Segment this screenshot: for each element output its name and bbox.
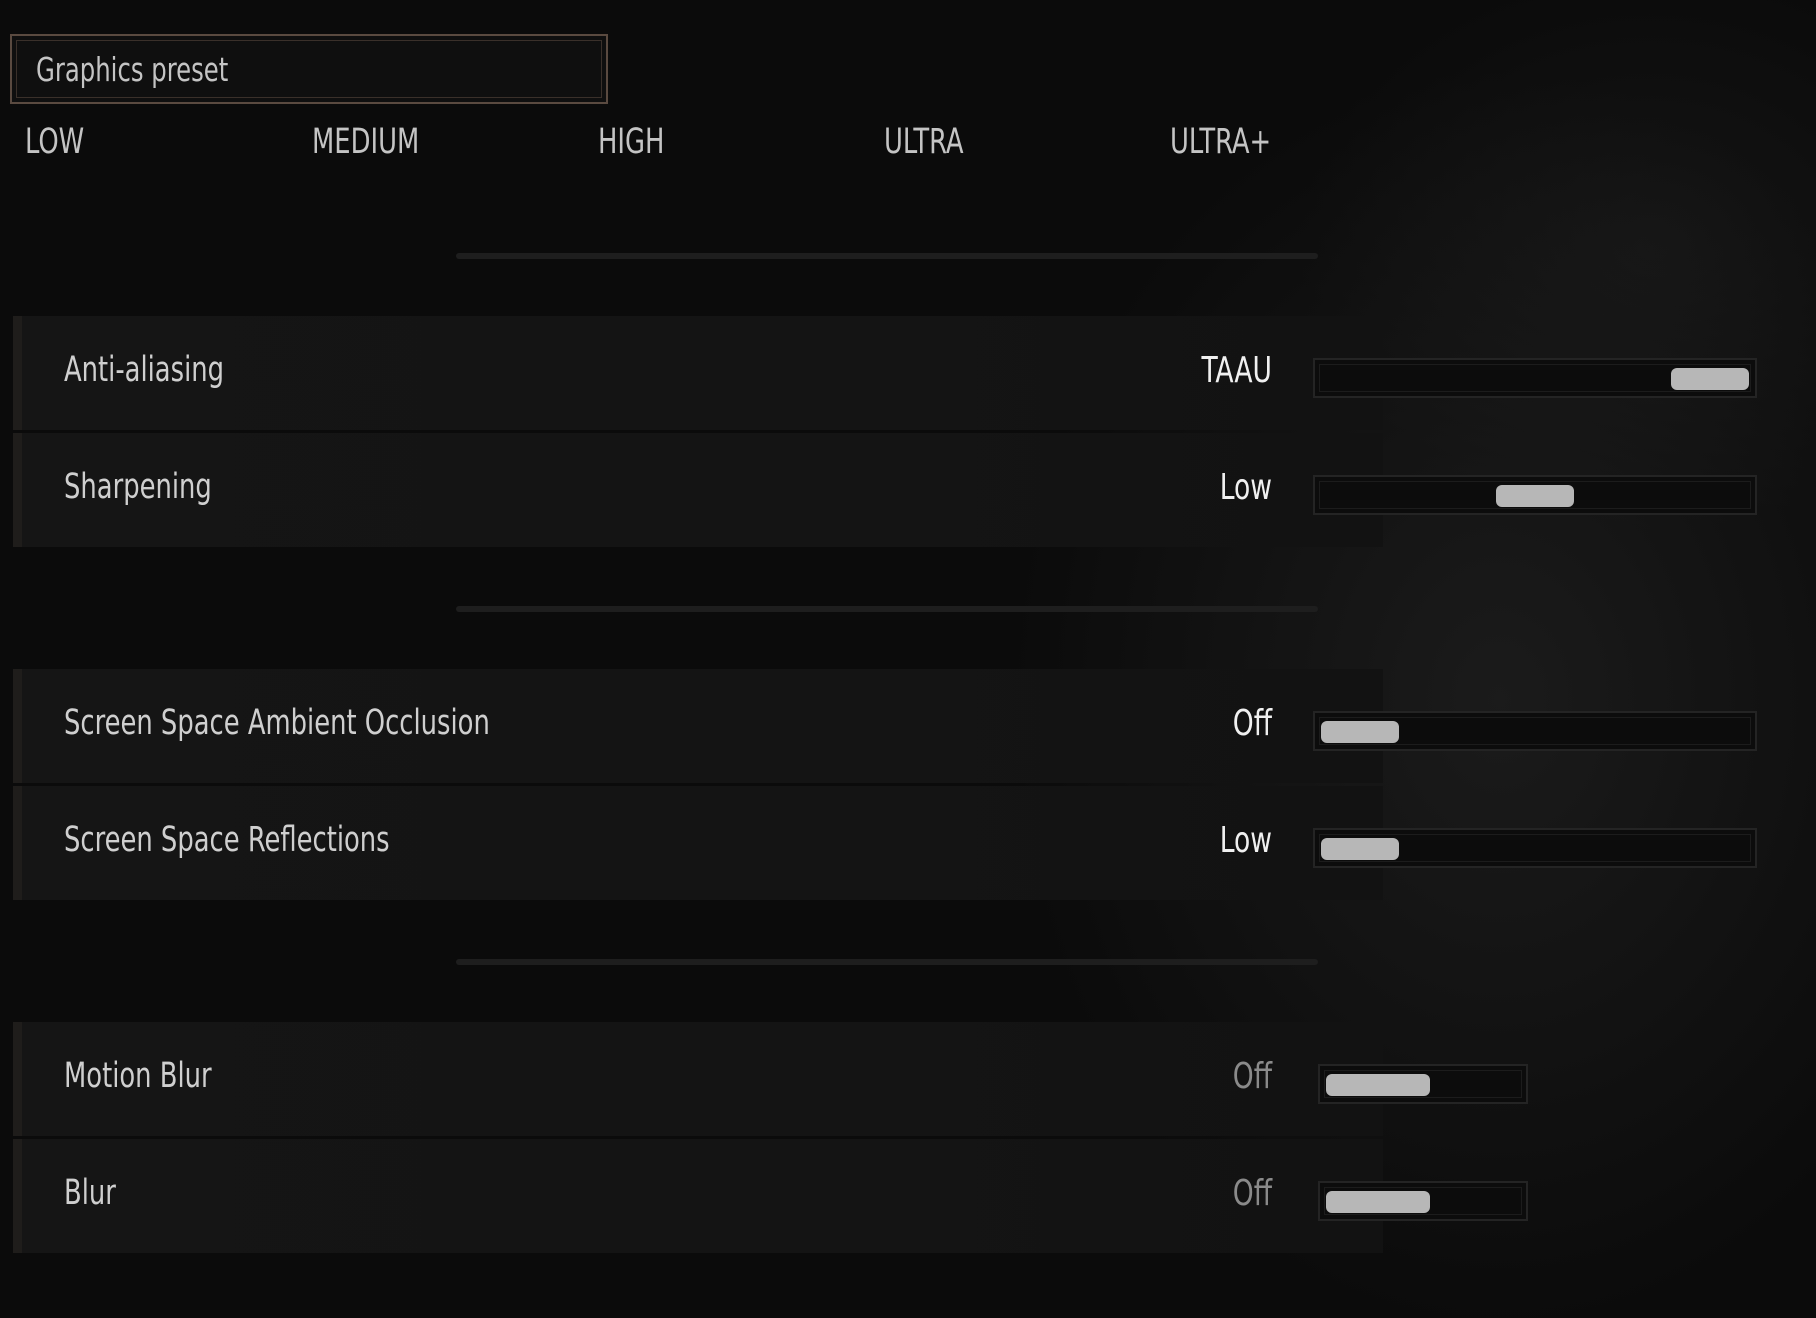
preset-option-high[interactable]: HIGH xyxy=(598,122,664,162)
setting-label: Screen Space Reflections xyxy=(64,820,390,860)
graphics-preset-title: Graphics preset xyxy=(36,50,229,89)
setting-row-sharpening[interactable]: Sharpening Low xyxy=(13,433,1757,547)
anti-aliasing-slider[interactable] xyxy=(1313,358,1757,398)
setting-value-wrap: Low xyxy=(872,433,1272,547)
settings-group-screen-space: Screen Space Ambient Occlusion Off Scree… xyxy=(13,669,1757,903)
slider-thumb[interactable] xyxy=(1321,838,1399,860)
setting-label: Sharpening xyxy=(64,467,212,507)
preset-options: LOW MEDIUM HIGH ULTRA ULTRA+ xyxy=(0,122,1816,172)
preset-option-ultra[interactable]: ULTRA xyxy=(884,122,964,162)
settings-group-blur: Motion Blur Off Blur Off xyxy=(13,1022,1528,1256)
section-divider xyxy=(456,959,1318,965)
slider-thumb[interactable] xyxy=(1671,368,1749,390)
setting-value: Off xyxy=(1232,703,1272,744)
setting-value-wrap: Low xyxy=(872,786,1272,900)
setting-value: Off xyxy=(1232,1173,1272,1214)
slider-thumb[interactable] xyxy=(1321,721,1399,743)
setting-label: Screen Space Ambient Occlusion xyxy=(64,703,490,743)
preset-option-medium[interactable]: MEDIUM xyxy=(312,122,419,162)
ssr-slider[interactable] xyxy=(1313,828,1757,868)
blur-toggle[interactable] xyxy=(1318,1181,1528,1221)
slider-thumb[interactable] xyxy=(1496,485,1574,507)
setting-row-ssr[interactable]: Screen Space Reflections Low xyxy=(13,786,1757,900)
setting-value: Low xyxy=(1219,820,1272,861)
setting-row-anti-aliasing[interactable]: Anti-aliasing TAAU xyxy=(13,316,1757,430)
setting-value: Low xyxy=(1219,467,1272,508)
slider-thumb[interactable] xyxy=(1326,1191,1430,1213)
setting-value-wrap: Off xyxy=(872,1022,1272,1136)
section-divider xyxy=(456,606,1318,612)
setting-value: Off xyxy=(1232,1056,1272,1097)
settings-group-aa: Anti-aliasing TAAU Sharpening Low xyxy=(13,316,1757,550)
setting-value-wrap: Off xyxy=(872,1139,1272,1253)
setting-value-wrap: Off xyxy=(872,669,1272,783)
setting-label: Blur xyxy=(64,1173,116,1213)
setting-value: TAAU xyxy=(1201,350,1272,391)
sharpening-slider[interactable] xyxy=(1313,475,1757,515)
slider-thumb[interactable] xyxy=(1326,1074,1430,1096)
graphics-preset-box: Graphics preset xyxy=(10,34,608,104)
preset-option-low[interactable]: LOW xyxy=(25,122,84,162)
preset-option-ultra-plus[interactable]: ULTRA+ xyxy=(1170,122,1271,162)
section-divider xyxy=(456,253,1318,259)
ssao-slider[interactable] xyxy=(1313,711,1757,751)
setting-row-ssao[interactable]: Screen Space Ambient Occlusion Off xyxy=(13,669,1757,783)
setting-row-blur[interactable]: Blur Off xyxy=(13,1139,1528,1253)
motion-blur-toggle[interactable] xyxy=(1318,1064,1528,1104)
setting-label: Anti-aliasing xyxy=(64,350,225,390)
setting-row-motion-blur[interactable]: Motion Blur Off xyxy=(13,1022,1528,1136)
setting-label: Motion Blur xyxy=(64,1056,212,1096)
setting-value-wrap: TAAU xyxy=(872,316,1272,430)
